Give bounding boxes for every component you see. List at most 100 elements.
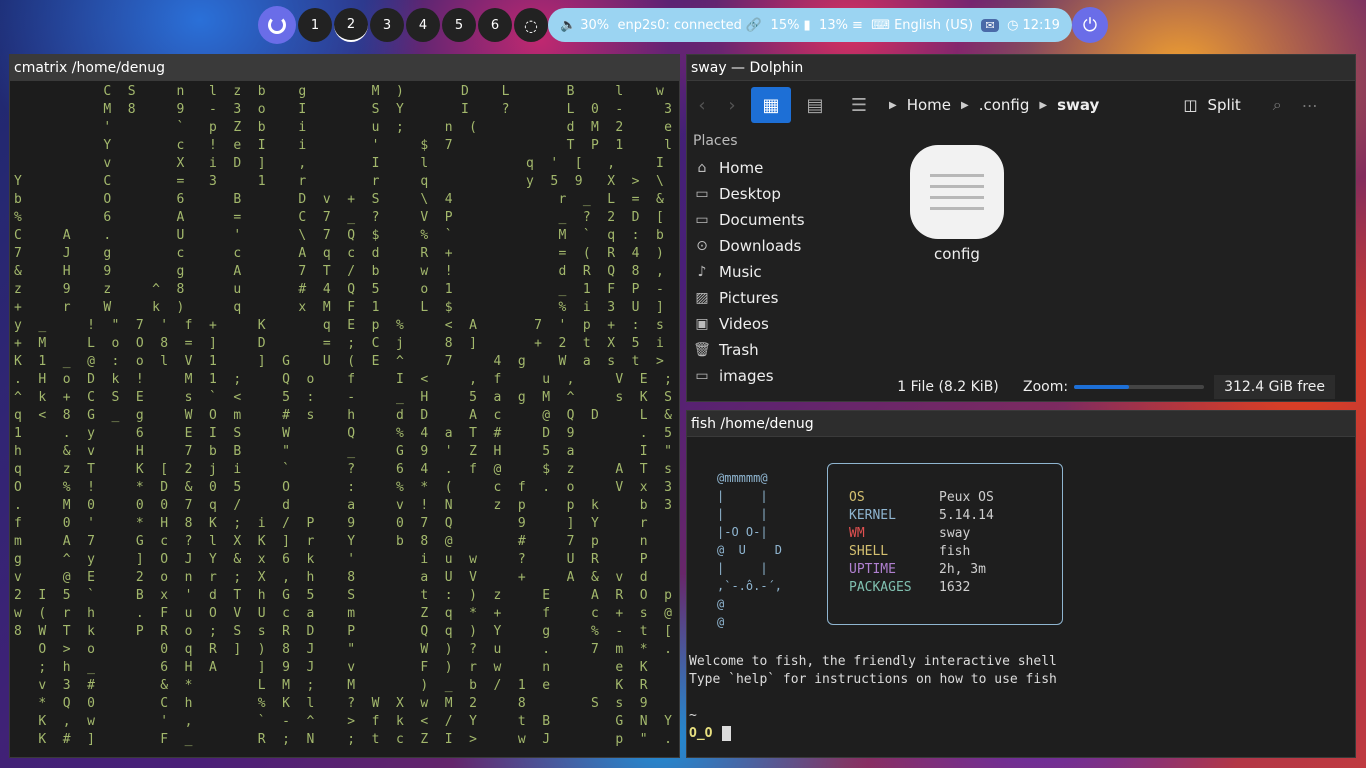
memory-value: 13% bbox=[819, 17, 848, 33]
file-item[interactable]: config bbox=[909, 145, 1005, 263]
cmatrix-window[interactable]: cmatrix /home/denug C S n l z b g M ) D … bbox=[9, 54, 680, 758]
icons-view-icon[interactable]: ▦ bbox=[751, 87, 791, 123]
home-icon: ⌂ bbox=[697, 160, 707, 176]
cpu-widget[interactable]: 15% ▮ bbox=[771, 18, 811, 33]
menu-icon[interactable]: ⋯ bbox=[1302, 96, 1318, 115]
sysinfo-key: KERNEL bbox=[849, 508, 896, 523]
sysinfo-row: SHELL fish bbox=[849, 543, 994, 561]
matrix-line: z 9 z ^ 8 u # 4 Q 5 o 1 _ 1 F P - p bbox=[14, 282, 680, 297]
shell-prompt[interactable]: ~ O_O bbox=[689, 707, 732, 743]
matrix-line: 2 I 5 ` B x ' d T h G 5 S t : ) z E A R … bbox=[14, 588, 673, 603]
file-count: 1 File (8.2 KiB) bbox=[897, 379, 999, 395]
workspace-3-button[interactable]: 3 bbox=[370, 8, 404, 42]
network-widget[interactable]: enp2s0: connected 🔗 bbox=[618, 18, 763, 33]
place-desktop[interactable]: ▭ Desktop bbox=[693, 181, 873, 207]
ascii-logo: @mmmmm@ | | | | |-O O-| @ U D | | ,`-.ô.… bbox=[717, 471, 783, 629]
breadcrumb-sway[interactable]: sway bbox=[1057, 96, 1099, 114]
fish-terminal-window[interactable]: fish /home/denug @mmmmm@ | | | | |-O O-|… bbox=[686, 410, 1356, 758]
sysinfo-row: KERNEL 5.14.14 bbox=[849, 507, 994, 525]
desktop-icon: ▭ bbox=[695, 186, 709, 202]
workspace-6-button[interactable]: 6 bbox=[478, 8, 512, 42]
matrix-line: M 8 9 - 3 o I S Y I ? L 0 - 3 bbox=[14, 102, 673, 117]
workspace-2-button[interactable]: 2 bbox=[334, 8, 368, 42]
cpu-icon: ▮ bbox=[803, 17, 811, 33]
place-music[interactable]: ♪ Music bbox=[693, 259, 873, 285]
details-view-icon[interactable]: ☰ bbox=[839, 87, 879, 123]
place-downloads[interactable]: ⊙ Downloads bbox=[693, 233, 873, 259]
sysinfo-value: sway bbox=[939, 526, 971, 541]
split-label: Split bbox=[1207, 96, 1241, 114]
matrix-line: b O 6 B D v + S \ 4 r _ L = & bbox=[14, 192, 665, 207]
breadcrumb-home[interactable]: Home bbox=[907, 96, 951, 114]
workspace-1-button[interactable]: 1 bbox=[298, 8, 332, 42]
chevron-right-icon: ▶ bbox=[961, 99, 969, 111]
places-header: Places bbox=[693, 133, 738, 149]
place-documents[interactable]: ▭ Documents bbox=[693, 207, 873, 233]
matrix-line: h & v H 7 b B " _ G 9 ' Z H 5 a I " # o … bbox=[14, 444, 673, 459]
zoom-slider[interactable] bbox=[1074, 385, 1205, 389]
chevron-right-icon: ▶ bbox=[1039, 99, 1048, 111]
place-pictures[interactable]: ▨ Pictures bbox=[693, 285, 873, 311]
matrix-line: K , w ' , ` - ^ > f k < / Y t B G N Y ' … bbox=[38, 714, 673, 729]
breadcrumb-config[interactable]: .config bbox=[979, 96, 1030, 114]
matrix-line: ; h _ 6 H A ] 9 J v F ) r w n e K J a n … bbox=[38, 660, 648, 675]
workspace-4-button[interactable]: 4 bbox=[406, 8, 440, 42]
terminal-output[interactable]: @mmmmm@ | | | | |-O O-| @ U D | | ,`-.ô.… bbox=[687, 437, 1355, 757]
tray[interactable]: ✉ bbox=[981, 18, 999, 32]
matrix-line: O > o 0 q R ] ) 8 J " W ) ? u . 7 m * . … bbox=[38, 642, 673, 657]
workspace-bar: 1 2 3 4 5 6 ◌ bbox=[258, 6, 550, 44]
matrix-line: q < 8 G _ g W O m # s h d D A c @ Q D L … bbox=[14, 408, 680, 423]
sysinfo-key: SHELL bbox=[849, 544, 889, 559]
place-label: Documents bbox=[719, 211, 805, 229]
matrix-line: . H o D k ! M 1 ; Q o f I < , f u , V E … bbox=[14, 372, 680, 387]
matrix-line: O % ! * D & 0 5 O : % * ( c f . o V x 3 … bbox=[14, 480, 673, 495]
dolphin-window[interactable]: sway — Dolphin ‹ › ▦ ▤ ☰ ▶ Home ▶ .confi… bbox=[686, 54, 1356, 402]
clock-widget[interactable]: ◷ 12:19 bbox=[1007, 18, 1060, 33]
zoom-control[interactable]: Zoom: bbox=[1023, 379, 1205, 395]
place-label: Videos bbox=[719, 315, 769, 333]
matrix-line: 1 . y 6 E I S W Q % 4 a T # D 9 . 5 ^ / … bbox=[14, 426, 673, 441]
place-images[interactable]: ▭ images bbox=[693, 363, 873, 389]
clock-time: 12:19 bbox=[1022, 17, 1060, 33]
tray-app-icon[interactable]: ✉ bbox=[981, 18, 999, 32]
matrix-line: f 0 ' * H 8 K ; i / P 9 0 7 Q 9 ] Y r a … bbox=[14, 516, 648, 531]
matrix-line: . M 0 0 0 7 q / d a v ! N z p p k b 3 6 … bbox=[14, 498, 673, 513]
matrix-line: C S n l z b g M ) D L B l w bbox=[14, 84, 665, 99]
matrix-line: v X i D ] , I l q ' [ , I bbox=[14, 156, 665, 171]
volume-widget[interactable]: 🔈 30% bbox=[560, 18, 609, 33]
matrix-line: 8 W T k P R o ; S s R D P Q q ) Y g % - … bbox=[14, 624, 673, 639]
memory-widget[interactable]: 13% ≡ bbox=[819, 18, 863, 33]
idle-inhibitor-icon[interactable]: ◌ bbox=[514, 8, 548, 42]
link-icon: 🔗 bbox=[745, 17, 763, 33]
welcome-line: Welcome to fish, the friendly interactiv… bbox=[689, 654, 1057, 669]
documents-icon: ▭ bbox=[695, 212, 709, 228]
text-cursor bbox=[722, 726, 732, 741]
workspace-5-button[interactable]: 5 bbox=[442, 8, 476, 42]
place-trash[interactable]: 🗑 Trash bbox=[693, 337, 873, 363]
network-status: enp2s0: connected bbox=[617, 17, 742, 33]
place-home[interactable]: ⌂ Home bbox=[693, 155, 873, 181]
back-icon[interactable]: ‹ bbox=[687, 95, 717, 116]
sysinfo-row: WM sway bbox=[849, 525, 994, 543]
compact-view-icon[interactable]: ▤ bbox=[795, 87, 835, 123]
matrix-line: Y c ! e I i ' $ 7 T P 1 l bbox=[14, 138, 673, 153]
forward-icon[interactable]: › bbox=[717, 95, 747, 116]
sysinfo-rows: OS Peux OS KERNEL 5.14.14 WM sway SHELL fish UPT… bbox=[849, 489, 994, 597]
matrix-line: + M L o O 8 = ] D = ; C j 8 ] + 2 t X 5 … bbox=[14, 336, 680, 351]
split-button[interactable]: ◫ Split bbox=[1183, 96, 1240, 114]
sysinfo-value: 5.14.14 bbox=[939, 508, 994, 523]
search-icon[interactable]: ⌕ bbox=[1273, 95, 1282, 115]
keyboard-widget[interactable]: ⌨ English (US) bbox=[871, 18, 973, 33]
matrix-line: w ( r h . F u O V U c a m Z q * + f c + … bbox=[14, 606, 673, 621]
matrix-line: * Q 0 C h % K l ? W X w M 2 8 S s 9 H ' … bbox=[38, 696, 648, 711]
place-videos[interactable]: ▣ Videos bbox=[693, 311, 873, 337]
place-label: Downloads bbox=[719, 237, 802, 255]
app-launcher-button[interactable] bbox=[258, 6, 296, 44]
volume-value: 30% bbox=[580, 17, 610, 33]
status-pill: 🔈 30% enp2s0: connected 🔗 15% ▮ 13% ≡ ⌨ … bbox=[548, 8, 1072, 42]
window-title: sway — Dolphin bbox=[687, 55, 1355, 81]
matrix-line: Y C = 3 1 r r q y 5 9 X > \ bbox=[14, 174, 665, 189]
power-button[interactable]: ⏻ bbox=[1072, 7, 1108, 43]
launcher-icon bbox=[268, 16, 286, 34]
welcome-message: Welcome to fish, the friendly interactiv… bbox=[689, 653, 1057, 689]
